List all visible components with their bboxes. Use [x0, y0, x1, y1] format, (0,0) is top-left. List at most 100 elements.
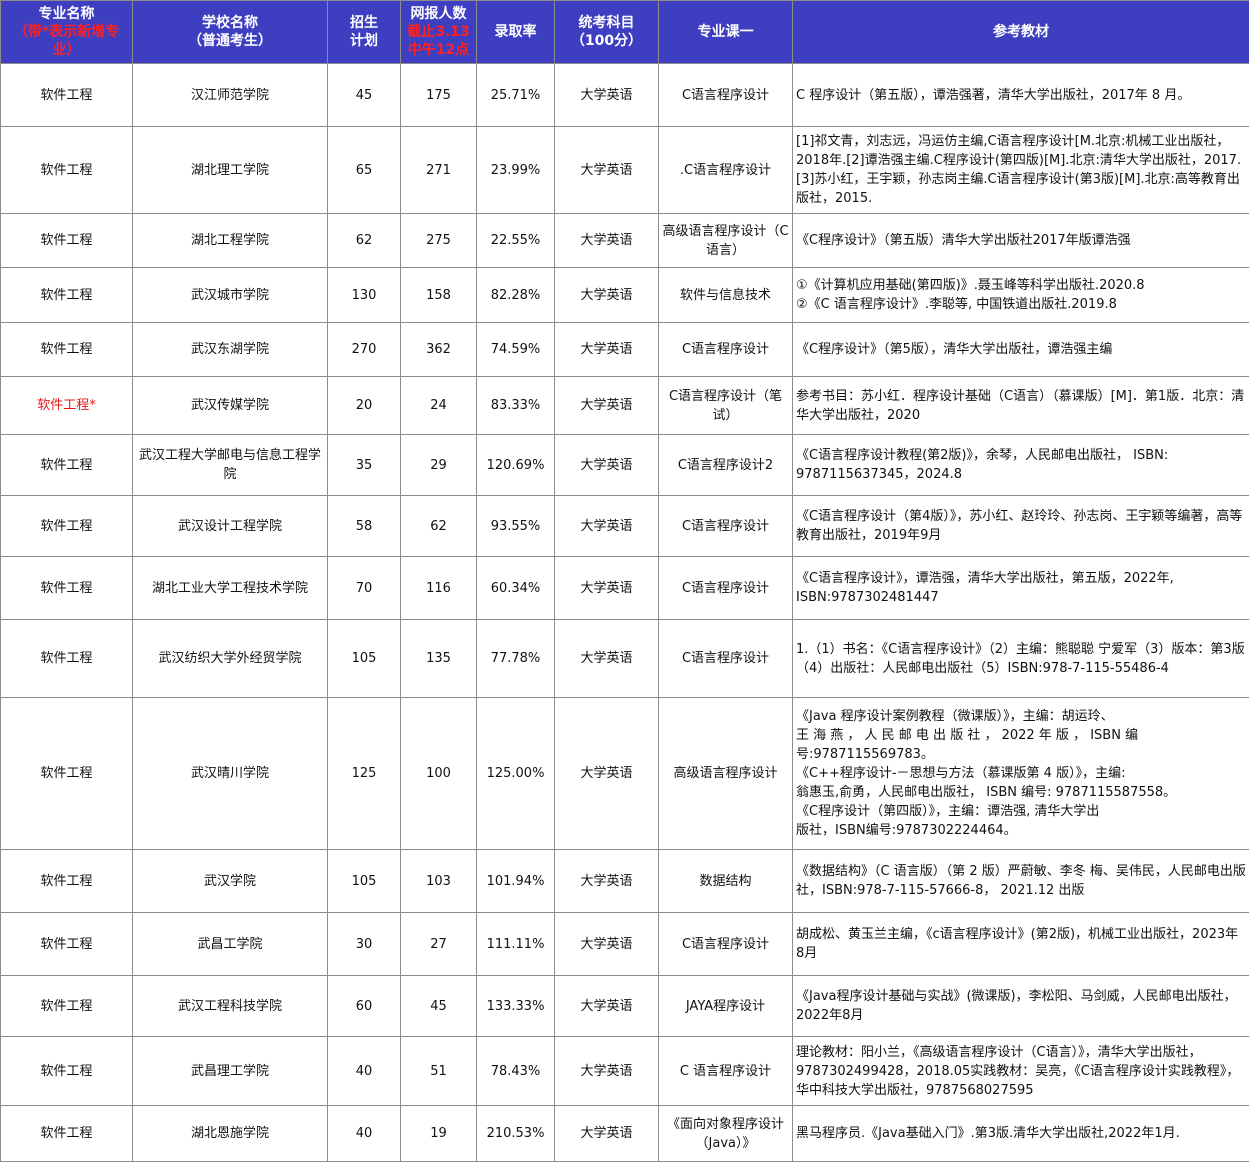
cell-major[interactable]: 软件工程 [0, 213, 133, 268]
cell-exam[interactable]: 大学英语 [554, 376, 659, 435]
cell-plan[interactable]: 62 [327, 213, 401, 268]
cell-textbook[interactable]: 1.（1）书名：《C语言程序设计》（2）主编：熊聪聪 宁爱军（3）版本：第3版（… [792, 619, 1249, 698]
cell-applicants[interactable]: 45 [400, 975, 477, 1037]
cell-rate[interactable]: 22.55% [476, 213, 555, 268]
cell-course[interactable]: C语言程序设计 [658, 322, 793, 377]
cell-applicants[interactable]: 29 [400, 434, 477, 496]
cell-rate[interactable]: 210.53% [476, 1105, 555, 1162]
cell-rate[interactable]: 25.71% [476, 63, 555, 127]
cell-exam[interactable]: 大学英语 [554, 1036, 659, 1106]
cell-textbook[interactable]: [1]祁文青，刘志远，冯运仿主编,C语言程序设计[M.北京:机械工业出版社，20… [792, 126, 1249, 214]
cell-course[interactable]: 高级语言程序设计（C语言） [658, 213, 793, 268]
cell-course[interactable]: C语言程序设计 [658, 63, 793, 127]
header-exam[interactable]: 统考科目 （100分） [554, 0, 659, 64]
header-course[interactable]: 专业课一 [658, 0, 793, 64]
cell-applicants[interactable]: 175 [400, 63, 477, 127]
cell-course[interactable]: C语言程序设计 [658, 556, 793, 620]
cell-major[interactable]: 软件工程 [0, 912, 133, 976]
cell-major[interactable]: 软件工程 [0, 495, 133, 557]
cell-course[interactable]: C语言程序设计2 [658, 434, 793, 496]
cell-textbook[interactable]: 《C语言程序设计》，谭浩强，清华大学出版社，第五版，2022年, ISBN:97… [792, 556, 1249, 620]
cell-exam[interactable]: 大学英语 [554, 126, 659, 214]
cell-textbook[interactable]: ①《计算机应用基础(第四版)》.聂玉峰等科学出版社.2020.8 ②《C 语言程序… [792, 267, 1249, 323]
cell-applicants[interactable]: 135 [400, 619, 477, 698]
header-school[interactable]: 学校名称 （普通考生） [132, 0, 328, 64]
cell-school[interactable]: 汉江师范学院 [132, 63, 328, 127]
cell-applicants[interactable]: 271 [400, 126, 477, 214]
cell-major[interactable]: 软件工程 [0, 975, 133, 1037]
cell-major[interactable]: 软件工程 [0, 63, 133, 127]
cell-applicants[interactable]: 62 [400, 495, 477, 557]
cell-rate[interactable]: 133.33% [476, 975, 555, 1037]
cell-course[interactable]: C 语言程序设计 [658, 1036, 793, 1106]
cell-exam[interactable]: 大学英语 [554, 213, 659, 268]
cell-rate[interactable]: 82.28% [476, 267, 555, 323]
cell-major[interactable]: 软件工程 [0, 697, 133, 850]
cell-school[interactable]: 武汉晴川学院 [132, 697, 328, 850]
cell-exam[interactable]: 大学英语 [554, 63, 659, 127]
cell-rate[interactable]: 23.99% [476, 126, 555, 214]
cell-course[interactable]: 软件与信息技术 [658, 267, 793, 323]
cell-plan[interactable]: 60 [327, 975, 401, 1037]
cell-exam[interactable]: 大学英语 [554, 1105, 659, 1162]
cell-textbook[interactable]: 胡成松、黄玉兰主编，《c语言程序设计》(第2版)，机械工业出版社，2023年8月 [792, 912, 1249, 976]
cell-course[interactable]: 高级语言程序设计 [658, 697, 793, 850]
cell-rate[interactable]: 74.59% [476, 322, 555, 377]
cell-exam[interactable]: 大学英语 [554, 267, 659, 323]
cell-course[interactable]: 数据结构 [658, 849, 793, 913]
cell-exam[interactable]: 大学英语 [554, 619, 659, 698]
cell-plan[interactable]: 65 [327, 126, 401, 214]
cell-rate[interactable]: 78.43% [476, 1036, 555, 1106]
header-textbook[interactable]: 参考教材 [792, 0, 1249, 64]
cell-major[interactable]: 软件工程 [0, 126, 133, 214]
cell-plan[interactable]: 45 [327, 63, 401, 127]
cell-plan[interactable]: 130 [327, 267, 401, 323]
header-rate[interactable]: 录取率 [476, 0, 555, 64]
cell-applicants[interactable]: 100 [400, 697, 477, 850]
cell-school[interactable]: 湖北理工学院 [132, 126, 328, 214]
header-applicants[interactable]: 网报人数 截止3.13 中午12点 [400, 0, 477, 64]
cell-major[interactable]: 软件工程 [0, 849, 133, 913]
cell-exam[interactable]: 大学英语 [554, 912, 659, 976]
cell-major[interactable]: 软件工程* [0, 376, 133, 435]
cell-textbook[interactable]: 参考书目：苏小红．程序设计基础（C语言）（慕课版）[M]．第1版．北京：清华大学… [792, 376, 1249, 435]
cell-textbook[interactable]: 《C程序设计》（第5版），清华大学出版社，谭浩强主编 [792, 322, 1249, 377]
header-plan[interactable]: 招生 计划 [327, 0, 401, 64]
cell-exam[interactable]: 大学英语 [554, 975, 659, 1037]
cell-applicants[interactable]: 275 [400, 213, 477, 268]
cell-applicants[interactable]: 362 [400, 322, 477, 377]
header-major[interactable]: 专业名称 （带*表示新增专 业） [0, 0, 133, 64]
cell-exam[interactable]: 大学英语 [554, 556, 659, 620]
cell-school[interactable]: 武昌工学院 [132, 912, 328, 976]
cell-major[interactable]: 软件工程 [0, 619, 133, 698]
cell-course[interactable]: C语言程序设计 [658, 619, 793, 698]
cell-textbook[interactable]: 黑马程序员.《Java基础入门》.第3版.清华大学出版社,2022年1月. [792, 1105, 1249, 1162]
cell-plan[interactable]: 30 [327, 912, 401, 976]
cell-plan[interactable]: 40 [327, 1105, 401, 1162]
cell-plan[interactable]: 20 [327, 376, 401, 435]
cell-textbook[interactable]: 《C程序设计》（第五版）清华大学出版社2017年版谭浩强 [792, 213, 1249, 268]
cell-rate[interactable]: 77.78% [476, 619, 555, 698]
cell-applicants[interactable]: 158 [400, 267, 477, 323]
cell-major[interactable]: 软件工程 [0, 1105, 133, 1162]
cell-rate[interactable]: 101.94% [476, 849, 555, 913]
cell-applicants[interactable]: 19 [400, 1105, 477, 1162]
cell-school[interactable]: 湖北工程学院 [132, 213, 328, 268]
cell-exam[interactable]: 大学英语 [554, 322, 659, 377]
cell-major[interactable]: 软件工程 [0, 434, 133, 496]
cell-course[interactable]: C语言程序设计 [658, 495, 793, 557]
cell-rate[interactable]: 83.33% [476, 376, 555, 435]
cell-applicants[interactable]: 103 [400, 849, 477, 913]
cell-rate[interactable]: 60.34% [476, 556, 555, 620]
cell-textbook[interactable]: 《C语言程序设计（第4版）》，苏小红、赵玲玲、孙志岗、王宇颖等编著，高等教育出版… [792, 495, 1249, 557]
cell-school[interactable]: 武汉学院 [132, 849, 328, 913]
cell-applicants[interactable]: 51 [400, 1036, 477, 1106]
cell-applicants[interactable]: 116 [400, 556, 477, 620]
cell-plan[interactable]: 40 [327, 1036, 401, 1106]
cell-exam[interactable]: 大学英语 [554, 434, 659, 496]
cell-textbook[interactable]: 《C语言程序设计教程(第2版)》，余琴，人民邮电出版社， ISBN: 97871… [792, 434, 1249, 496]
cell-textbook[interactable]: 理论教材：阳小兰，《高级语言程序设计（C语言）》，清华大学出版社，9787302… [792, 1036, 1249, 1106]
cell-school[interactable]: 武汉传媒学院 [132, 376, 328, 435]
cell-exam[interactable]: 大学英语 [554, 495, 659, 557]
cell-plan[interactable]: 58 [327, 495, 401, 557]
